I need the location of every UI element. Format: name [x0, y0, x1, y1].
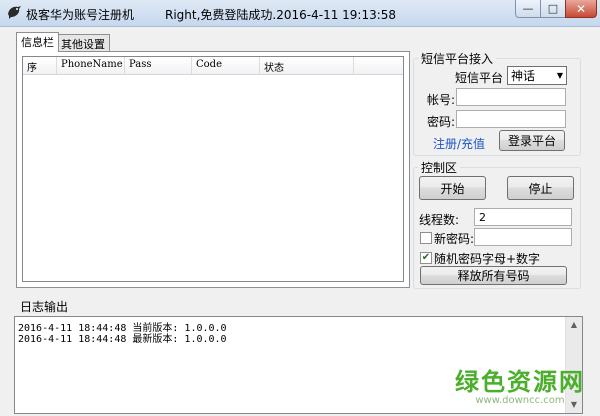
new-password-input[interactable] [474, 228, 572, 246]
scroll-up-icon[interactable]: ▲ [566, 317, 582, 333]
password-label: 密码: [427, 115, 456, 129]
login-platform-button[interactable]: 登录平台 [499, 130, 565, 151]
platform-label: 短信平台 [455, 71, 504, 85]
minimize-button[interactable]: — [515, 0, 541, 18]
column-header-phonename[interactable]: PhoneName [57, 57, 125, 74]
sms-platform-legend: 短信平台接入 [418, 50, 497, 67]
platform-select[interactable]: 神话 ▼ [507, 66, 567, 85]
account-input[interactable] [456, 88, 566, 106]
close-button[interactable]: ✕ [565, 0, 597, 18]
tab-other-settings[interactable]: 其他设置 [56, 34, 110, 51]
threads-label: 线程数: [419, 213, 460, 227]
column-header-index[interactable]: 序 [23, 57, 57, 74]
register-recharge-link[interactable]: 注册/充值 [433, 135, 485, 152]
log-line: 2016-4-11 18:44:48 最新版本: 1.0.0.0 [18, 334, 227, 345]
list-header: 序 PhoneName Pass Code 状态 [23, 57, 403, 75]
new-password-label: 新密码: [434, 232, 475, 246]
threads-input[interactable] [474, 208, 572, 226]
control-legend: 控制区 [418, 159, 461, 176]
random-password-label: 随机密码字母+数字 [434, 252, 541, 266]
title-bar[interactable]: 极客华为账号注册机 Right,免费登陆成功.2016-4-11 19:13:5… [0, 0, 600, 27]
log-legend: 日志输出 [20, 300, 69, 314]
column-header-code[interactable]: Code [192, 57, 260, 74]
new-password-checkbox[interactable] [420, 232, 432, 244]
app-bird-icon [8, 6, 21, 19]
release-all-numbers-button[interactable]: 释放所有号码 [420, 266, 567, 285]
login-status-text: Right,免费登陆成功.2016-4-11 19:13:58 [165, 8, 397, 22]
column-header-filler [354, 57, 403, 74]
minimize-icon: — [522, 2, 534, 15]
password-input[interactable] [456, 110, 566, 128]
column-header-status[interactable]: 状态 [260, 57, 354, 74]
start-button[interactable]: 开始 [419, 176, 486, 200]
close-icon: ✕ [575, 1, 587, 16]
platform-selected-value: 神话 [511, 69, 536, 83]
tab-info[interactable]: 信息栏 [16, 32, 59, 52]
chevron-down-icon: ▼ [556, 71, 563, 80]
watermark: 绿色资源网 www.downcc.com [455, 362, 585, 406]
maximize-button[interactable]: □ [540, 0, 566, 18]
watermark-main-text: 绿色资源网 [455, 368, 585, 396]
random-password-checkbox[interactable]: ✔ [420, 252, 432, 264]
maximize-icon: □ [547, 2, 559, 15]
account-label: 帐号: [427, 93, 456, 107]
stop-button[interactable]: 停止 [507, 176, 574, 200]
checkmark-icon: ✔ [421, 252, 431, 263]
window-title: 极客华为账号注册机 [26, 8, 135, 22]
phone-list[interactable]: 序 PhoneName Pass Code 状态 [22, 56, 404, 282]
column-header-pass[interactable]: Pass [125, 57, 192, 74]
